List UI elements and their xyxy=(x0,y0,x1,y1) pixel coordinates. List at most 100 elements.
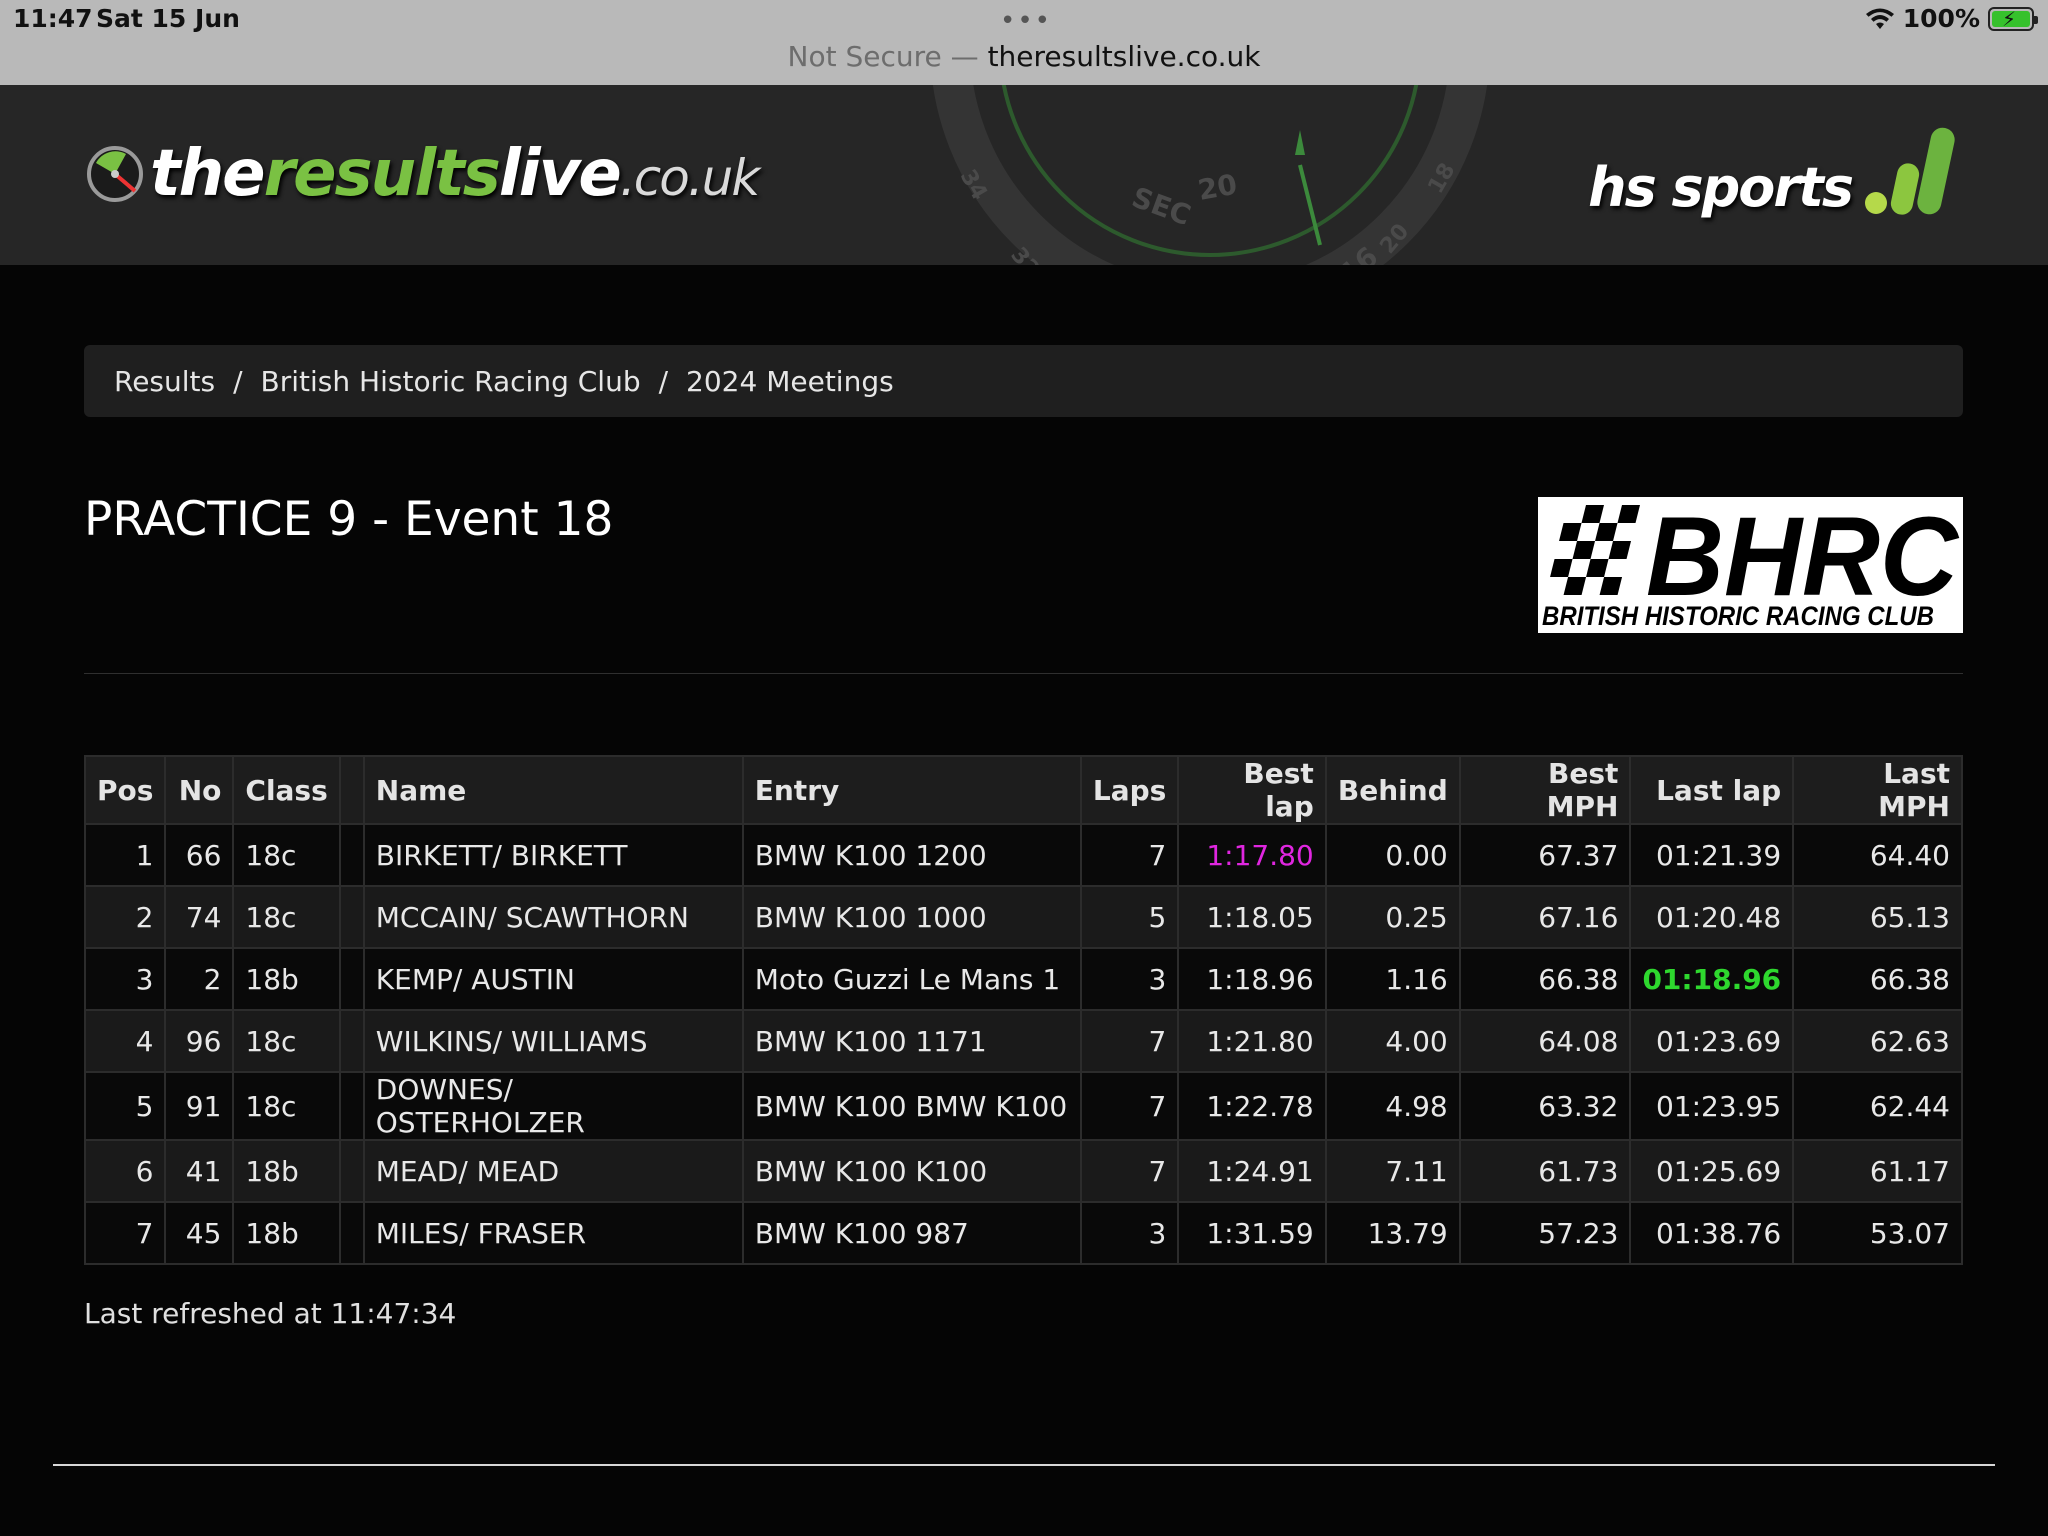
cell-class: 18b xyxy=(232,1201,341,1265)
cell-flag xyxy=(338,823,365,887)
cell-last-lap: 01:23.69 xyxy=(1629,1009,1795,1073)
cell-best-lap: 1:21.80 xyxy=(1177,1009,1327,1073)
last-refreshed-text: Last refreshed at 11:47:34 xyxy=(84,1297,457,1330)
breadcrumb-meetings[interactable]: 2024 Meetings xyxy=(686,365,894,398)
multitasking-dots-icon[interactable]: ••• xyxy=(1000,6,1052,36)
cell-name: WILKINS/ WILLIAMS xyxy=(362,1009,744,1073)
cell-last-lap: 01:38.76 xyxy=(1629,1201,1795,1265)
clock: 11:47 xyxy=(13,4,93,33)
site-logo[interactable]: theresultslive.co.uk xyxy=(86,137,760,211)
cell-last-lap: 01:23.95 xyxy=(1629,1071,1795,1141)
cell-last-mph: 62.63 xyxy=(1792,1009,1963,1073)
cell-laps: 7 xyxy=(1079,1139,1180,1203)
table-row[interactable]: 1 66 18c BIRKETT/ BIRKETT BMW K100 1200 … xyxy=(83,823,1963,887)
cell-laps: 3 xyxy=(1079,947,1180,1011)
cell-name: MILES/ FRASER xyxy=(362,1201,744,1265)
cell-flag xyxy=(338,1071,365,1141)
cell-laps: 3 xyxy=(1079,1201,1180,1265)
cell-pos: 5 xyxy=(83,1071,167,1141)
table-row[interactable]: 7 45 18b MILES/ FRASER BMW K100 987 3 1:… xyxy=(83,1201,1963,1265)
cell-pos: 3 xyxy=(83,947,167,1011)
cell-laps: 7 xyxy=(1079,1071,1180,1141)
cell-best-mph: 67.37 xyxy=(1458,823,1632,887)
cell-best-lap: 1:17.80 xyxy=(1177,823,1327,887)
cell-name: MCCAIN/ SCAWTHORN xyxy=(362,885,744,949)
col-header-best-lap[interactable]: Best lap xyxy=(1177,755,1327,825)
cell-class: 18c xyxy=(232,885,341,949)
status-indicators: 100% ⚡ xyxy=(1865,4,2038,33)
table-header-row: Pos No Class Name Entry Laps Best lap Be… xyxy=(83,755,1963,825)
site-logo-text: theresultslive.co.uk xyxy=(150,137,760,211)
cell-best-mph: 66.38 xyxy=(1458,947,1632,1011)
cell-class: 18c xyxy=(232,823,341,887)
cell-laps: 7 xyxy=(1079,823,1180,887)
table-row[interactable]: 3 2 18b KEMP/ AUSTIN Moto Guzzi Le Mans … xyxy=(83,947,1963,1011)
col-header-pos[interactable]: Pos xyxy=(83,755,167,825)
security-indicator: Not Secure — xyxy=(787,40,988,73)
divider xyxy=(84,673,1963,674)
cell-best-mph: 61.73 xyxy=(1458,1139,1632,1203)
cell-last-lap: 01:25.69 xyxy=(1629,1139,1795,1203)
cell-pos: 1 xyxy=(83,823,167,887)
col-header-entry[interactable]: Entry xyxy=(741,755,1082,825)
cell-best-lap: 1:22.78 xyxy=(1177,1071,1327,1141)
cell-laps: 7 xyxy=(1079,1009,1180,1073)
cell-class: 18b xyxy=(232,1139,341,1203)
svg-text:SEC: SEC xyxy=(1128,181,1196,232)
cell-behind: 0.00 xyxy=(1324,823,1461,887)
cell-behind: 4.98 xyxy=(1324,1071,1461,1141)
table-row[interactable]: 5 91 18c DOWNES/ OSTERHOLZER BMW K100 BM… xyxy=(83,1071,1963,1141)
cell-flag xyxy=(338,885,365,949)
cell-no: 91 xyxy=(164,1071,235,1141)
cell-best-lap: 1:24.91 xyxy=(1177,1139,1327,1203)
breadcrumb: Results / British Historic Racing Club /… xyxy=(84,345,1963,417)
col-header-class[interactable]: Class xyxy=(232,755,341,825)
col-header-no[interactable]: No xyxy=(164,755,235,825)
breadcrumb-results[interactable]: Results xyxy=(114,365,215,398)
svg-text:20: 20 xyxy=(1195,168,1239,207)
cell-best-mph: 64.08 xyxy=(1458,1009,1632,1073)
sponsor-logo[interactable]: hs sports xyxy=(1588,123,1960,219)
col-header-last-lap[interactable]: Last lap xyxy=(1629,755,1795,825)
col-header-last-mph[interactable]: Last MPH xyxy=(1792,755,1963,825)
sponsor-logo-text: hs sports xyxy=(1588,156,1854,219)
cell-flag xyxy=(338,1009,365,1073)
col-header-name[interactable]: Name xyxy=(362,755,744,825)
cell-flag xyxy=(338,947,365,1011)
cell-name: DOWNES/ OSTERHOLZER xyxy=(362,1071,744,1141)
cell-last-mph: 64.40 xyxy=(1792,823,1963,887)
battery-percentage: 100% xyxy=(1902,4,1980,33)
cell-last-mph: 65.13 xyxy=(1792,885,1963,949)
cell-best-mph: 67.16 xyxy=(1458,885,1632,949)
table-row[interactable]: 6 41 18b MEAD/ MEAD BMW K100 K100 7 1:24… xyxy=(83,1139,1963,1203)
cell-last-mph: 66.38 xyxy=(1792,947,1963,1011)
wifi-icon xyxy=(1865,8,1894,29)
cell-class: 18c xyxy=(232,1071,341,1141)
cell-pos: 7 xyxy=(83,1201,167,1265)
url-host: theresultslive.co.uk xyxy=(987,40,1261,73)
cell-entry: BMW K100 K100 xyxy=(741,1139,1082,1203)
cell-no: 45 xyxy=(164,1201,235,1265)
cell-no: 66 xyxy=(164,823,235,887)
footer-divider xyxy=(53,1464,1995,1466)
breadcrumb-club[interactable]: British Historic Racing Club xyxy=(261,365,641,398)
battery-icon: ⚡ xyxy=(1988,6,2038,31)
cell-last-lap: 01:21.39 xyxy=(1629,823,1795,887)
cell-entry: Moto Guzzi Le Mans 1 xyxy=(741,947,1082,1011)
address-bar[interactable]: Not Secure — theresultslive.co.uk xyxy=(0,40,2048,73)
speedometer-icon xyxy=(87,146,143,202)
table-row[interactable]: 2 74 18c MCCAIN/ SCAWTHORN BMW K100 1000… xyxy=(83,885,1963,949)
col-header-behind[interactable]: Behind xyxy=(1324,755,1461,825)
col-header-best-mph[interactable]: Best MPH xyxy=(1458,755,1632,825)
cell-name: KEMP/ AUSTIN xyxy=(362,947,744,1011)
cell-best-lap: 1:18.96 xyxy=(1177,947,1327,1011)
cell-class: 18c xyxy=(232,1009,341,1073)
page-title: PRACTICE 9 - Event 18 xyxy=(84,492,614,547)
col-header-laps[interactable]: Laps xyxy=(1079,755,1180,825)
cell-best-lap: 1:31.59 xyxy=(1177,1201,1327,1265)
cell-entry: BMW K100 BMW K100 xyxy=(741,1071,1082,1141)
cell-last-lap: 01:20.48 xyxy=(1629,885,1795,949)
table-row[interactable]: 4 96 18c WILKINS/ WILLIAMS BMW K100 1171… xyxy=(83,1009,1963,1073)
stopwatch-dial-graphic: SEC 20 18 17 16 28 26 24 22 34 32 30 20 … xyxy=(932,85,1488,265)
cell-pos: 2 xyxy=(83,885,167,949)
